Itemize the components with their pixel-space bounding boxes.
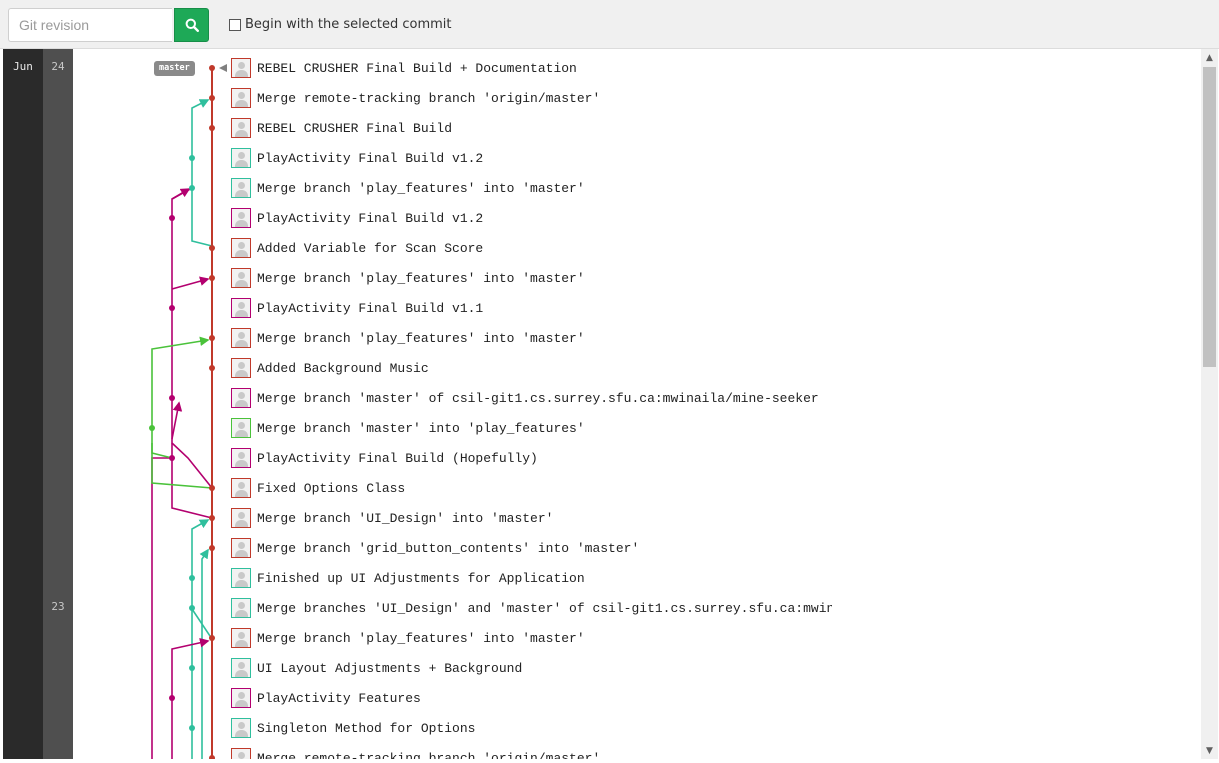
commit-row[interactable]: Merge remote-tracking branch 'origin/mas… [231, 743, 600, 759]
magenta-merge-2 [171, 276, 210, 290]
author-avatar [231, 508, 251, 528]
commit-row[interactable]: UI Layout Adjustments + Background [231, 653, 522, 683]
teal-lower-line-2 [199, 548, 209, 759]
commit-row[interactable]: PlayActivity Final Build v1.2 [231, 143, 483, 173]
author-avatar [231, 688, 251, 708]
begin-with-selected-commit-label: Begin with the selected commit [245, 17, 452, 32]
green-branch-line [151, 336, 213, 489]
teal-lower-line-1 [191, 519, 210, 759]
commit-message: Finished up UI Adjustments for Applicati… [257, 570, 585, 586]
vertical-scrollbar[interactable]: ▲ ▼ [1201, 49, 1218, 759]
commit-message: PlayActivity Final Build v1.2 [257, 150, 484, 166]
commit-message: Added Background Music [257, 360, 429, 376]
commit-message: REBEL CRUSHER Final Build [257, 120, 453, 136]
commit-row[interactable]: Merge branch 'play_features' into 'maste… [231, 323, 585, 353]
commit-message: PlayActivity Final Build (Hopefully) [257, 450, 538, 466]
commit-row[interactable]: Fixed Options Class [231, 473, 405, 503]
commit-message: Merge branch 'master' into 'play_feature… [257, 420, 585, 436]
search-button[interactable] [174, 8, 209, 42]
author-avatar [231, 748, 251, 759]
commit-message: PlayActivity Final Build v1.2 [257, 210, 484, 226]
magenta-lower-line [151, 457, 172, 759]
commit-row[interactable]: Added Variable for Scan Score [231, 233, 483, 263]
author-avatar [231, 358, 251, 378]
author-avatar [231, 388, 251, 408]
branch-tag-master[interactable]: master [154, 61, 195, 76]
scroll-up-arrow-icon[interactable]: ▲ [1201, 49, 1218, 66]
commit-message: Fixed Options Class [257, 480, 406, 496]
commit-row[interactable]: Merge remote-tracking branch 'origin/mas… [231, 83, 600, 113]
commit-row[interactable]: PlayActivity Final Build v1.2 [231, 203, 483, 233]
author-avatar [231, 88, 251, 108]
author-avatar [231, 538, 251, 558]
commit-message: Merge remote-tracking branch 'origin/mas… [257, 90, 601, 106]
commit-message: Merge branch 'play_features' into 'maste… [257, 630, 585, 646]
author-avatar [231, 568, 251, 588]
author-avatar [231, 58, 251, 78]
author-avatar [231, 658, 251, 678]
magenta-merge-4 [171, 401, 183, 440]
commit-row[interactable]: Added Background Music [231, 353, 429, 383]
commit-row[interactable]: REBEL CRUSHER Final Build [231, 113, 452, 143]
commit-graph [149, 64, 227, 759]
author-avatar [231, 628, 251, 648]
git-revision-input[interactable] [8, 8, 172, 42]
teal-branch-line [191, 99, 213, 247]
commit-message: PlayActivity Final Build v1.1 [257, 300, 484, 316]
search-icon [185, 18, 199, 32]
commit-row[interactable]: Finished up UI Adjustments for Applicati… [231, 563, 585, 593]
author-avatar [231, 208, 251, 228]
commit-message: Merge branches 'UI_Design' and 'master' … [257, 600, 832, 616]
commit-row[interactable]: Merge branch 'play_features' into 'maste… [231, 173, 585, 203]
commit-message: Merge branch 'play_features' into 'maste… [257, 270, 585, 286]
author-avatar [231, 118, 251, 138]
commit-dots [149, 65, 215, 759]
commit-message: Merge remote-tracking branch 'origin/mas… [257, 750, 601, 760]
begin-with-selected-commit-option[interactable]: Begin with the selected commit [229, 17, 451, 32]
commit-row[interactable]: Merge branch 'grid_button_contents' into… [231, 533, 639, 563]
author-avatar [231, 328, 251, 348]
commit-row[interactable]: Merge branch 'UI_Design' into 'master' [231, 503, 553, 533]
author-avatar [231, 448, 251, 468]
author-avatar [231, 238, 251, 258]
author-avatar [231, 478, 251, 498]
author-avatar [231, 178, 251, 198]
commit-message: Merge branch 'master' of csil-git1.cs.su… [257, 390, 819, 406]
scrollbar-thumb[interactable] [1203, 67, 1216, 367]
commit-message: Merge branch 'grid_button_contents' into… [257, 540, 640, 556]
author-avatar [231, 418, 251, 438]
commit-row[interactable]: Merge branch 'play_features' into 'maste… [231, 623, 585, 653]
commit-message: Merge branch 'play_features' into 'maste… [257, 180, 585, 196]
commit-history: Jun 24 23 master REBEL CRUSHER Final Bui… [3, 49, 1201, 759]
commit-message: Singleton Method for Options [257, 720, 476, 736]
head-pointer-icon [219, 64, 227, 72]
commit-row[interactable]: Merge branch 'play_features' into 'maste… [231, 263, 585, 293]
author-avatar [231, 718, 251, 738]
author-avatar [231, 298, 251, 318]
commit-row[interactable]: REBEL CRUSHER Final Build + Documentatio… [231, 53, 577, 83]
commit-row[interactable]: Merge branch 'master' of csil-git1.cs.su… [231, 383, 819, 413]
commit-row[interactable]: PlayActivity Features [231, 683, 421, 713]
commit-row[interactable]: PlayActivity Final Build (Hopefully) [231, 443, 538, 473]
commit-row[interactable]: PlayActivity Final Build v1.1 [231, 293, 483, 323]
author-avatar [231, 598, 251, 618]
author-avatar [231, 268, 251, 288]
green-merge-line [151, 443, 173, 459]
magenta-merge-1 [171, 188, 191, 200]
commit-message: UI Layout Adjustments + Background [257, 660, 523, 676]
toolbar: Begin with the selected commit [0, 0, 1219, 49]
scroll-down-arrow-icon[interactable]: ▼ [1201, 742, 1218, 759]
author-avatar [231, 148, 251, 168]
commit-row[interactable]: Merge branch 'master' into 'play_feature… [231, 413, 585, 443]
commit-message: Merge branch 'play_features' into 'maste… [257, 330, 585, 346]
begin-with-selected-commit-checkbox[interactable] [229, 18, 241, 31]
commit-row[interactable]: Singleton Method for Options [231, 713, 475, 743]
commit-message: PlayActivity Features [257, 690, 421, 706]
commit-row[interactable]: Merge branches 'UI_Design' and 'master' … [231, 593, 832, 623]
commit-message: Merge branch 'UI_Design' into 'master' [257, 510, 554, 526]
commit-message: Added Variable for Scan Score [257, 240, 484, 256]
commit-message: REBEL CRUSHER Final Build + Documentatio… [257, 60, 577, 76]
